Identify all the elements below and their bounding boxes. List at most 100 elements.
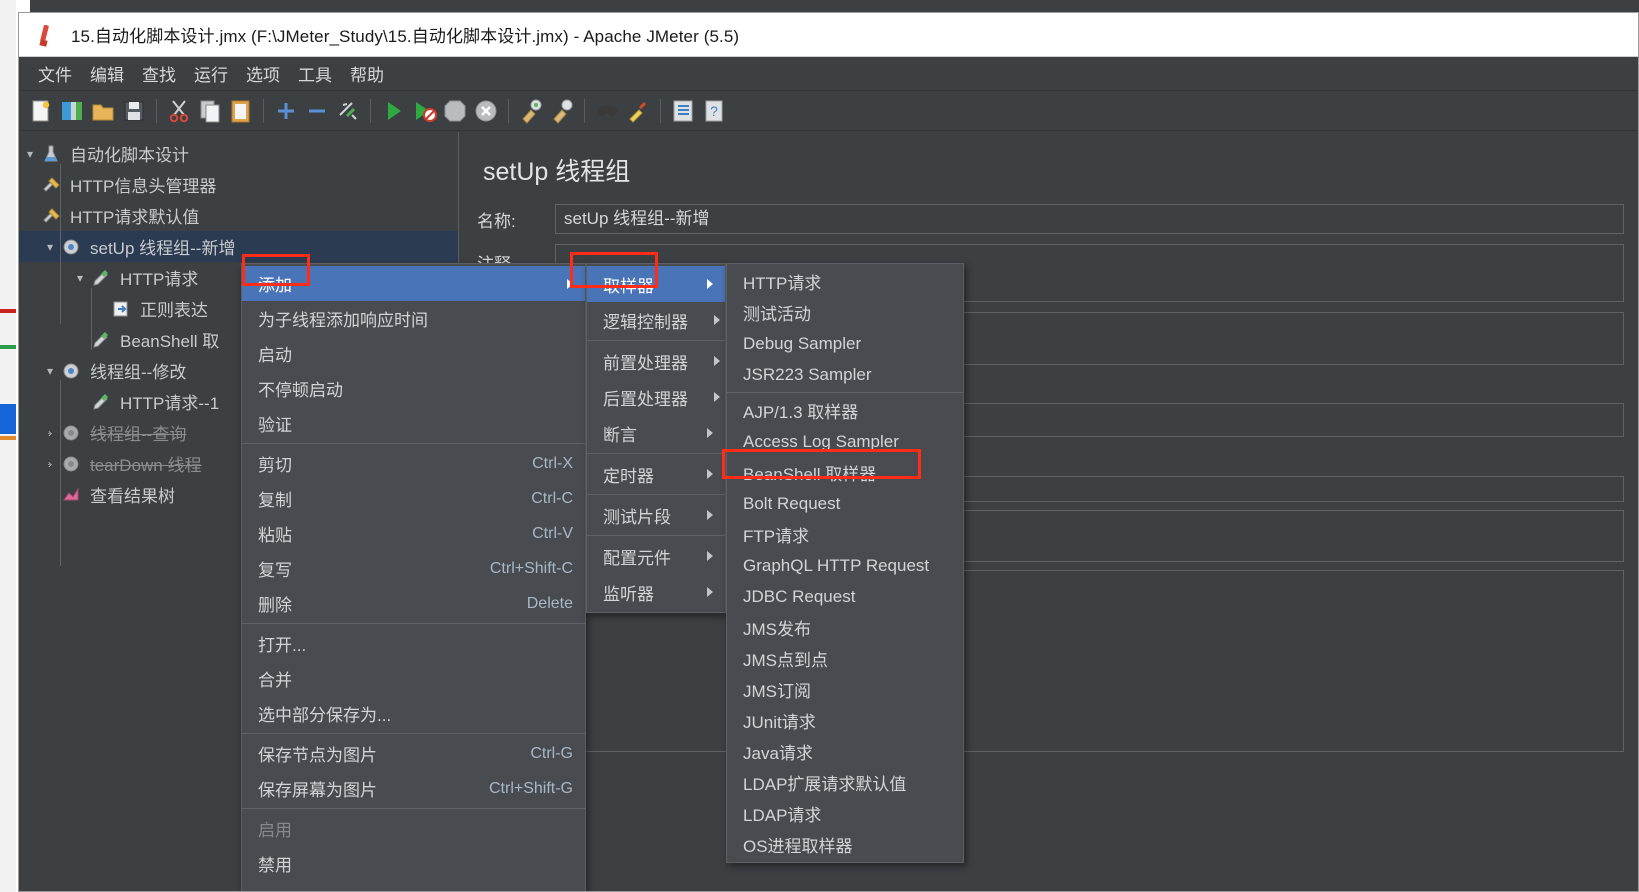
menu-item-debug-sampler[interactable]: Debug Sampler: [727, 328, 963, 359]
clear-icon[interactable]: [517, 97, 545, 125]
tree-node-http-header-manager[interactable]: · HTTP信息头管理器: [19, 169, 458, 200]
twisty-down-icon[interactable]: ▾: [39, 364, 61, 378]
twisty-down-icon[interactable]: ▾: [39, 240, 61, 254]
clear-all-icon[interactable]: [548, 97, 576, 125]
menu-item-copy[interactable]: 复制 Ctrl-C: [242, 481, 585, 516]
menu-item-label: JMS发布: [743, 620, 811, 639]
twisty-right-icon[interactable]: ›: [39, 426, 61, 440]
menu-item-label: 断言: [603, 425, 637, 445]
menu-item-open[interactable]: 打开...: [242, 626, 585, 661]
twisty-right-icon[interactable]: ›: [39, 457, 61, 471]
menu-find[interactable]: 查找: [133, 58, 185, 89]
config-icon: [41, 206, 65, 226]
menu-item-save-screen-as-image[interactable]: 保存屏幕为图片 Ctrl+Shift-G: [242, 771, 585, 806]
menu-item-bolt-request[interactable]: Bolt Request: [727, 488, 963, 519]
menu-options[interactable]: 选项: [237, 58, 289, 89]
templates-icon[interactable]: [58, 97, 86, 125]
background-red-marker: [0, 309, 16, 313]
menu-item-start-no-pauses[interactable]: 不停顿启动: [242, 371, 585, 406]
menu-item-jsr223-sampler[interactable]: JSR223 Sampler: [727, 359, 963, 390]
collapse-all-icon[interactable]: [303, 97, 331, 125]
open-icon[interactable]: [89, 97, 117, 125]
config-icon: [41, 175, 65, 195]
menu-item-save-node-as-image[interactable]: 保存节点为图片 Ctrl-G: [242, 736, 585, 771]
paste-icon[interactable]: [227, 97, 255, 125]
menu-bar[interactable]: 文件 编辑 查找 运行 选项 工具 帮助: [19, 57, 1638, 91]
stop-icon[interactable]: [441, 97, 469, 125]
menu-item-listener[interactable]: 监听器: [587, 574, 725, 610]
menu-tools[interactable]: 工具: [289, 58, 341, 89]
new-icon[interactable]: [27, 97, 55, 125]
shutdown-icon[interactable]: [472, 97, 500, 125]
menu-item-ldap-extended-request-defaults[interactable]: LDAP扩展请求默认值: [727, 767, 963, 798]
menu-item-ftp-request[interactable]: FTP请求: [727, 519, 963, 550]
menu-item-graphql-http-request[interactable]: GraphQL HTTP Request: [727, 550, 963, 581]
tree-node-label: BeanShell 取: [120, 332, 220, 351]
menu-item-pre-processors[interactable]: 前置处理器: [587, 343, 725, 379]
toggle-icon[interactable]: [334, 97, 362, 125]
menu-item-add-think-times[interactable]: 为子线程添加响应时间: [242, 301, 585, 336]
menu-item-config-element[interactable]: 配置元件: [587, 538, 725, 574]
reset-search-icon[interactable]: [624, 97, 652, 125]
menu-item-test-fragment[interactable]: 测试片段: [587, 497, 725, 533]
expand-all-icon[interactable]: [272, 97, 300, 125]
menu-item-ldap-request[interactable]: LDAP请求: [727, 798, 963, 829]
menu-item-jms-subscriber[interactable]: JMS订阅: [727, 674, 963, 705]
menu-item-ajp-sampler[interactable]: AJP/1.3 取样器: [727, 395, 963, 426]
menu-item-label: 启用: [258, 821, 292, 840]
search-icon[interactable]: [593, 97, 621, 125]
add-submenu[interactable]: 取样器 逻辑控制器 前置处理器 后置处理器 断言 定时器 测试片段 配置元件 监…: [586, 263, 726, 613]
menu-item-os-process-sampler[interactable]: OS进程取样器: [727, 829, 963, 860]
background-orange-marker: [0, 436, 16, 440]
name-input[interactable]: setUp 线程组--新增: [555, 204, 1624, 234]
menu-run[interactable]: 运行: [185, 58, 237, 89]
menu-item-jms-publisher[interactable]: JMS发布: [727, 612, 963, 643]
help-icon[interactable]: ?: [700, 97, 728, 125]
menu-item-test-action[interactable]: 测试活动: [727, 297, 963, 328]
twisty-down-icon[interactable]: ▾: [69, 271, 91, 285]
menu-item-shortcut: Delete: [526, 594, 573, 612]
menu-item-disable[interactable]: 禁用: [242, 846, 585, 881]
start-no-pause-icon[interactable]: [410, 97, 438, 125]
tree-node-http-request-defaults[interactable]: · HTTP请求默认值: [19, 200, 458, 231]
menu-item-post-processors[interactable]: 后置处理器: [587, 379, 725, 415]
menu-separator: [242, 623, 585, 624]
tree-context-menu[interactable]: 添加 为子线程添加响应时间 启动 不停顿启动 验证 剪切 Ctrl-X 复制 C…: [241, 263, 586, 892]
menu-item-http-request[interactable]: HTTP请求: [727, 266, 963, 297]
menu-item-assertions[interactable]: 断言: [587, 415, 725, 451]
cut-icon[interactable]: [165, 97, 193, 125]
menu-item-java-request[interactable]: Java请求: [727, 736, 963, 767]
menu-item-access-log-sampler[interactable]: Access Log Sampler: [727, 426, 963, 457]
menu-item-toggle[interactable]: 切换 Ctrl-T: [242, 881, 585, 892]
menu-item-save-selection-as[interactable]: 选中部分保存为...: [242, 696, 585, 731]
sampler-icon: [91, 330, 115, 350]
menu-item-enable[interactable]: 启用: [242, 811, 585, 846]
menu-help[interactable]: 帮助: [341, 58, 393, 89]
twisty-down-icon[interactable]: ▾: [19, 147, 41, 161]
menu-item-merge[interactable]: 合并: [242, 661, 585, 696]
menu-file[interactable]: 文件: [29, 58, 81, 89]
menu-item-paste[interactable]: 粘贴 Ctrl-V: [242, 516, 585, 551]
menu-item-jdbc-request[interactable]: JDBC Request: [727, 581, 963, 612]
menu-item-start[interactable]: 启动: [242, 336, 585, 371]
tree-node-test-plan[interactable]: ▾ 自动化脚本设计: [19, 138, 458, 169]
sampler-submenu[interactable]: HTTP请求 测试活动 Debug Sampler JSR223 Sampler…: [726, 263, 964, 863]
tree-node-setup-thread-group[interactable]: ▾ setUp 线程组--新增: [19, 231, 458, 262]
copy-icon[interactable]: [196, 97, 224, 125]
menu-item-timer[interactable]: 定时器: [587, 456, 725, 492]
menu-item-remove[interactable]: 删除 Delete: [242, 586, 585, 621]
menu-item-add[interactable]: 添加: [242, 266, 585, 301]
toolbar[interactable]: ?: [19, 91, 1638, 131]
menu-item-duplicate[interactable]: 复写 Ctrl+Shift-C: [242, 551, 585, 586]
menu-item-beanshell-sampler[interactable]: BeanShell 取样器: [727, 457, 963, 488]
menu-item-cut[interactable]: 剪切 Ctrl-X: [242, 446, 585, 481]
menu-item-validate[interactable]: 验证: [242, 406, 585, 441]
menu-item-sampler[interactable]: 取样器: [587, 266, 725, 302]
menu-item-jms-point-to-point[interactable]: JMS点到点: [727, 643, 963, 674]
save-icon[interactable]: [120, 97, 148, 125]
function-helper-icon[interactable]: [669, 97, 697, 125]
menu-item-junit-request[interactable]: JUnit请求: [727, 705, 963, 736]
menu-edit[interactable]: 编辑: [81, 58, 133, 89]
menu-item-logic-controller[interactable]: 逻辑控制器: [587, 302, 725, 338]
start-icon[interactable]: [379, 97, 407, 125]
